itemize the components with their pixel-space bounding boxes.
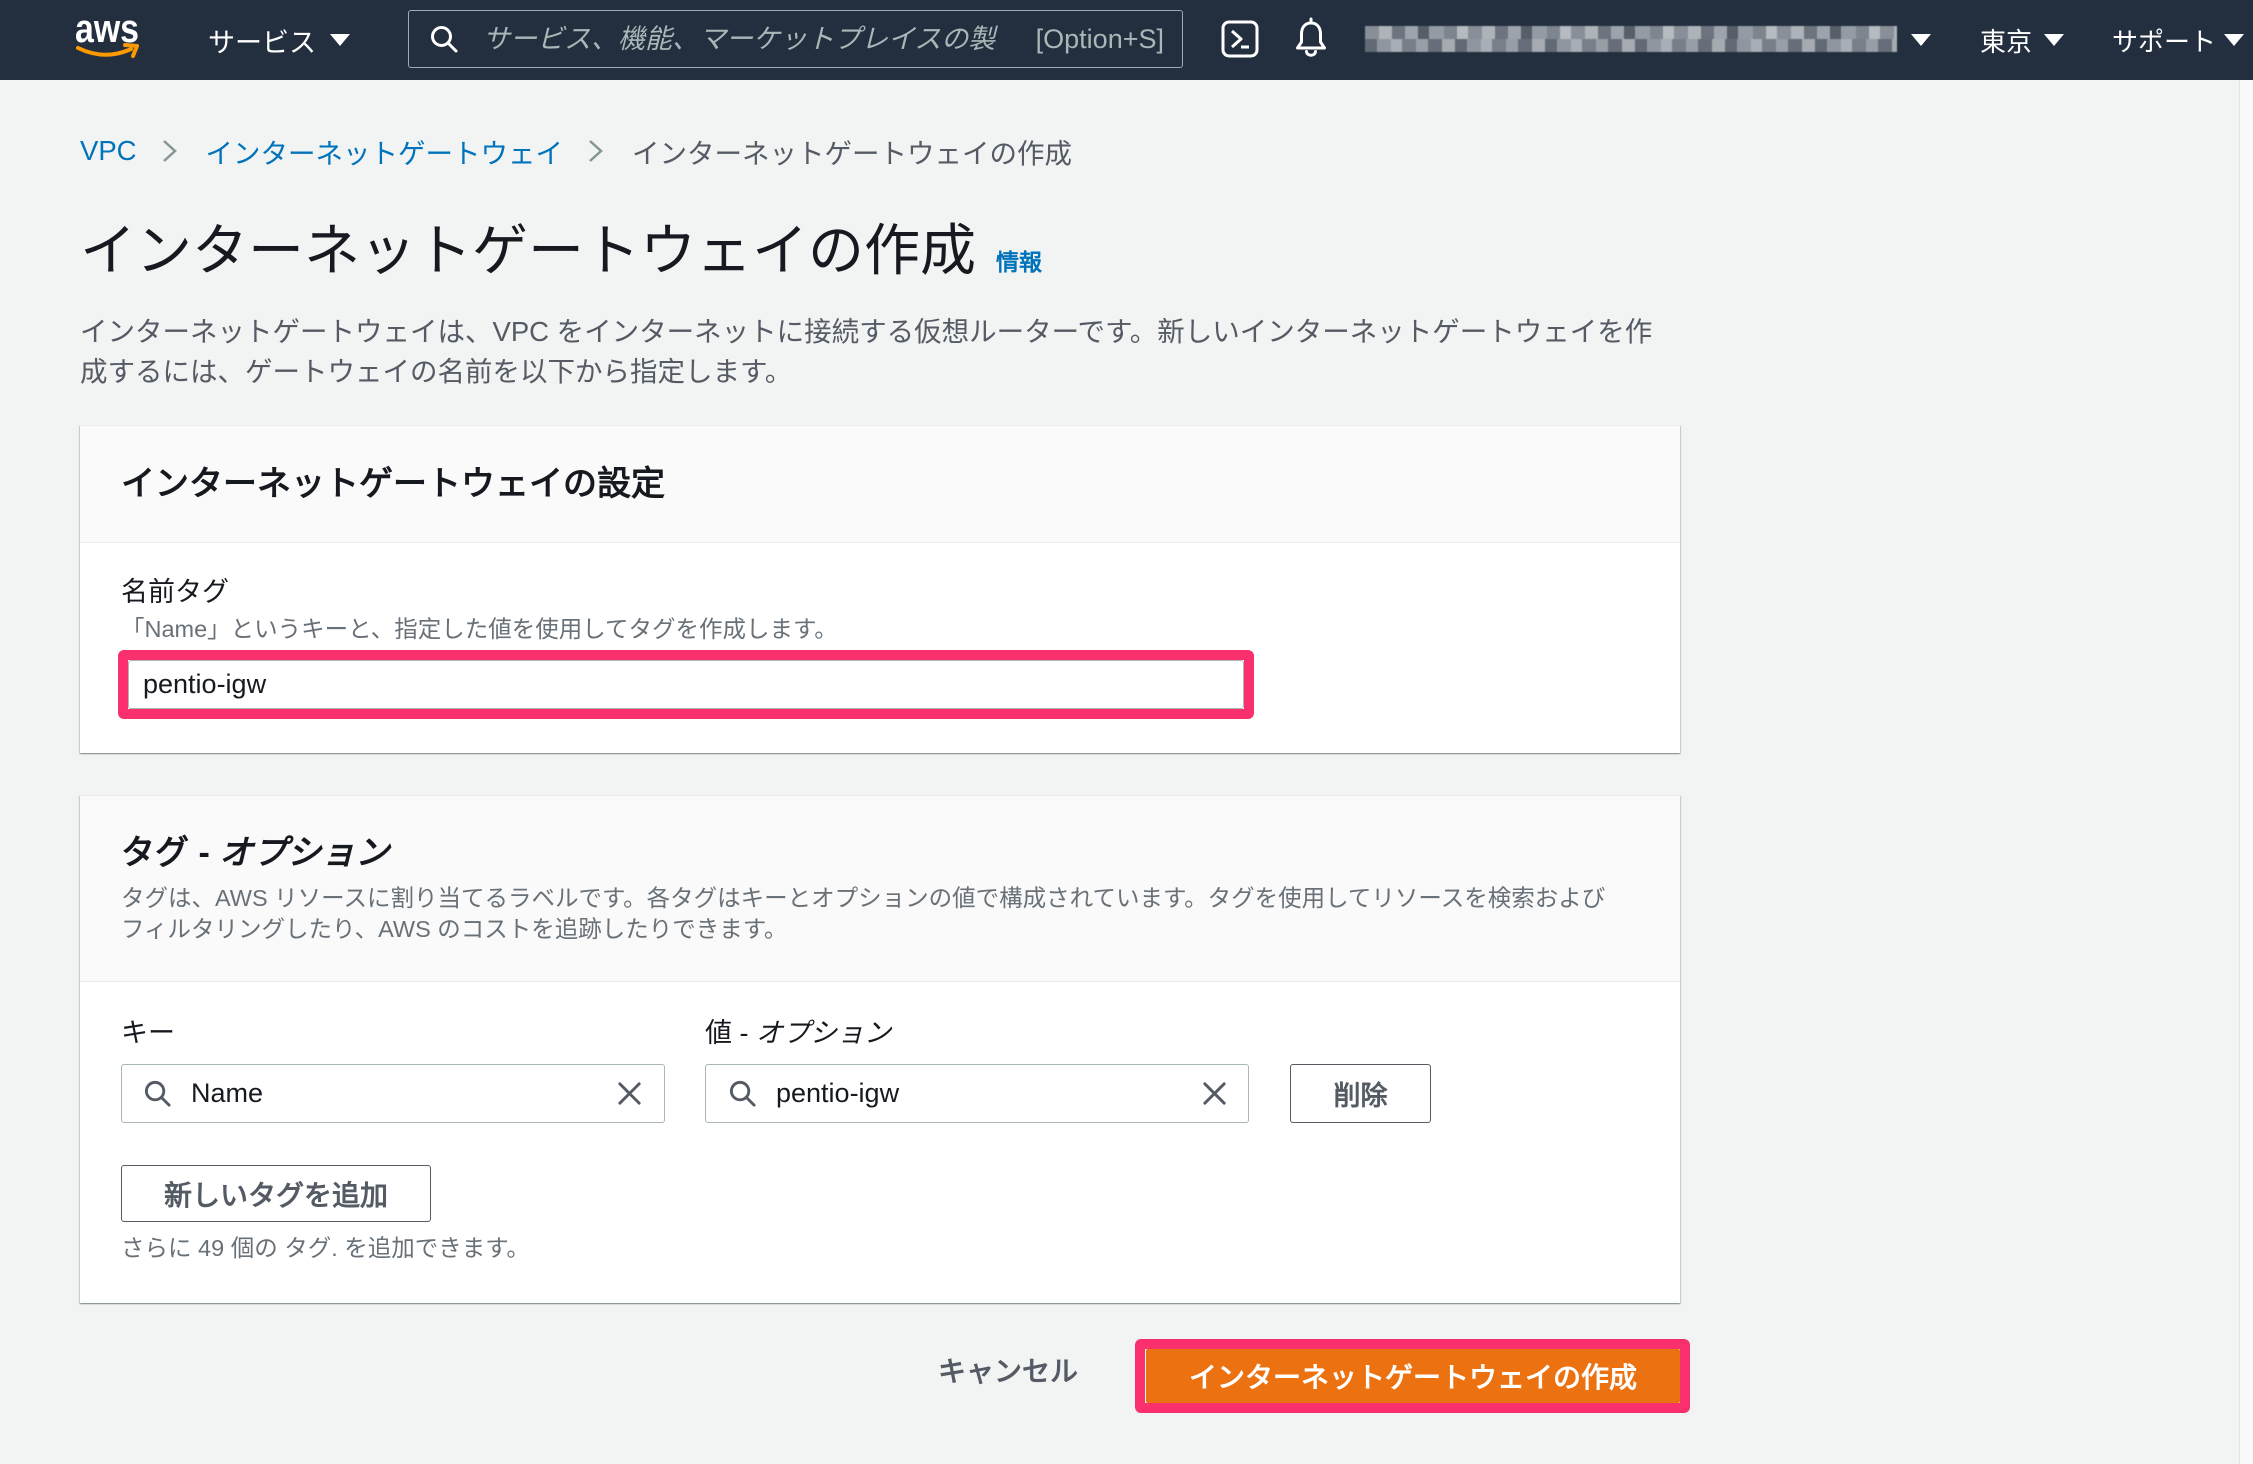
tag-value-label: 値 - オプション xyxy=(705,1015,891,1051)
aws-logo[interactable]: aws xyxy=(74,9,144,61)
tags-panel: タグ - オプション タグは、AWS リソースに割り当てるラベルです。各タグはキ… xyxy=(80,795,1680,1303)
cloudshell-button[interactable] xyxy=(1221,20,1259,58)
search-shortcut-hint: [Option+S] xyxy=(1035,24,1164,54)
caret-down-icon xyxy=(330,34,350,46)
services-menu[interactable]: サービス xyxy=(208,0,350,80)
tag-value-field[interactable] xyxy=(705,1064,1249,1123)
account-menu[interactable] xyxy=(1365,0,1931,80)
breadcrumb-current-page: インターネットゲートウェイの作成 xyxy=(632,138,1073,169)
gateway-settings-panel-header: インターネットゲートウェイの設定 xyxy=(80,426,1680,543)
cancel-button[interactable]: キャンセル xyxy=(938,1352,1078,1392)
add-tag-button[interactable]: 新しいタグを追加 xyxy=(121,1165,431,1222)
support-menu-label: サポート xyxy=(2112,26,2217,57)
bell-icon xyxy=(1296,17,1326,57)
tag-key-label: キー xyxy=(121,1018,175,1048)
cloudshell-icon xyxy=(1221,20,1259,58)
region-menu[interactable]: 東京 xyxy=(1980,0,2065,80)
name-tag-input[interactable] xyxy=(128,660,1244,709)
remaining-tags-hint: さらに 49 個の タグ. を追加できます。 xyxy=(121,1235,530,1261)
close-icon[interactable] xyxy=(615,1079,644,1108)
info-link[interactable]: 情報 xyxy=(996,249,1042,275)
search-icon xyxy=(431,26,458,53)
page-title-container: インターネットゲートウェイの作成 情報 xyxy=(80,218,1042,295)
notifications-button[interactable] xyxy=(1293,17,1329,59)
close-icon[interactable] xyxy=(1200,1079,1229,1108)
global-search-box[interactable]: [Option+S] xyxy=(408,10,1183,68)
caret-down-icon xyxy=(1911,34,1931,46)
tags-panel-header: タグ - オプション タグは、AWS リソースに割り当てるラベルです。各タグはキ… xyxy=(80,796,1680,982)
search-icon xyxy=(729,1080,756,1107)
global-search-input[interactable] xyxy=(483,11,1023,67)
tags-panel-description: タグは、AWS リソースに割り当てるラベルです。各タグはキーとオプションの値で構… xyxy=(121,885,1606,942)
remove-tag-button[interactable]: 削除 xyxy=(1290,1064,1431,1123)
page-description: インターネットゲートウェイは、VPC をインターネットに接続する仮想ルーターです… xyxy=(80,316,1653,387)
caret-down-icon xyxy=(2224,34,2245,46)
tag-value-label-main: 値 - xyxy=(705,1018,756,1048)
caret-down-icon xyxy=(2044,34,2065,46)
name-tag-description: 「Name」というキーと、指定した値を使用してタグを作成します。 xyxy=(121,616,838,642)
region-menu-label: 東京 xyxy=(1980,26,2033,57)
tags-panel-title-main: タグ - xyxy=(121,834,220,872)
redacted-account-name xyxy=(1365,26,1897,52)
gateway-settings-panel: インターネットゲートウェイの設定 名前タグ 「Name」というキーと、指定した値… xyxy=(80,425,1680,753)
tag-value-label-optional: オプション xyxy=(756,1018,891,1048)
breadcrumb: VPC インターネットゲートウェイ インターネットゲートウェイの作成 xyxy=(80,131,1072,171)
support-menu[interactable]: サポート xyxy=(2112,0,2245,80)
tag-key-input[interactable] xyxy=(191,1065,601,1122)
chevron-right-icon xyxy=(589,140,603,162)
create-internet-gateway-button[interactable]: インターネットゲートウェイの作成 xyxy=(1146,1349,1680,1403)
page-title: インターネットゲートウェイの作成 xyxy=(80,219,976,282)
breadcrumb-link-internet-gateways[interactable]: インターネットゲートウェイ xyxy=(206,131,564,171)
page-scrollbar[interactable] xyxy=(2239,80,2253,1464)
tag-key-field[interactable] xyxy=(121,1064,665,1123)
breadcrumb-link-vpc[interactable]: VPC xyxy=(80,135,137,167)
tags-panel-title-optional: オプション xyxy=(219,834,390,872)
tag-value-input[interactable] xyxy=(776,1065,1186,1122)
search-icon xyxy=(144,1080,171,1107)
services-menu-label: サービス xyxy=(208,27,316,58)
gateway-settings-title: インターネットゲートウェイの設定 xyxy=(121,465,665,503)
top-navigation-bar: aws サービス [Option+S] 東 xyxy=(0,0,2253,80)
chevron-right-icon xyxy=(162,140,177,162)
tags-panel-title: タグ - オプション xyxy=(121,831,389,875)
name-tag-label: 名前タグ xyxy=(121,577,229,607)
